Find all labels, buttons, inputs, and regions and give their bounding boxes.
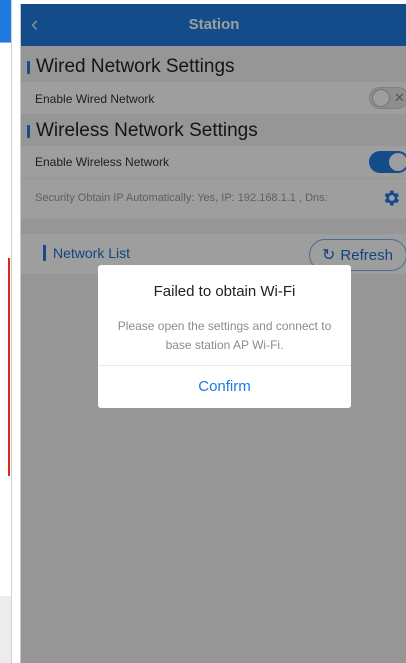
background-highlight-box [0, 258, 10, 476]
error-dialog: Failed to obtain Wi-Fi Please open the s… [98, 265, 351, 408]
station-screen: ‹ Station Wired Network Settings Enable … [20, 4, 406, 663]
background-footer-strip [0, 596, 11, 663]
background-divider [0, 42, 11, 43]
dialog-title: Failed to obtain Wi-Fi [153, 283, 296, 300]
background-header-strip [0, 0, 11, 42]
confirm-button[interactable]: Confirm [98, 366, 351, 408]
background-window-edge [0, 0, 12, 663]
dialog-message: Please open the settings and connect to … [117, 319, 332, 352]
